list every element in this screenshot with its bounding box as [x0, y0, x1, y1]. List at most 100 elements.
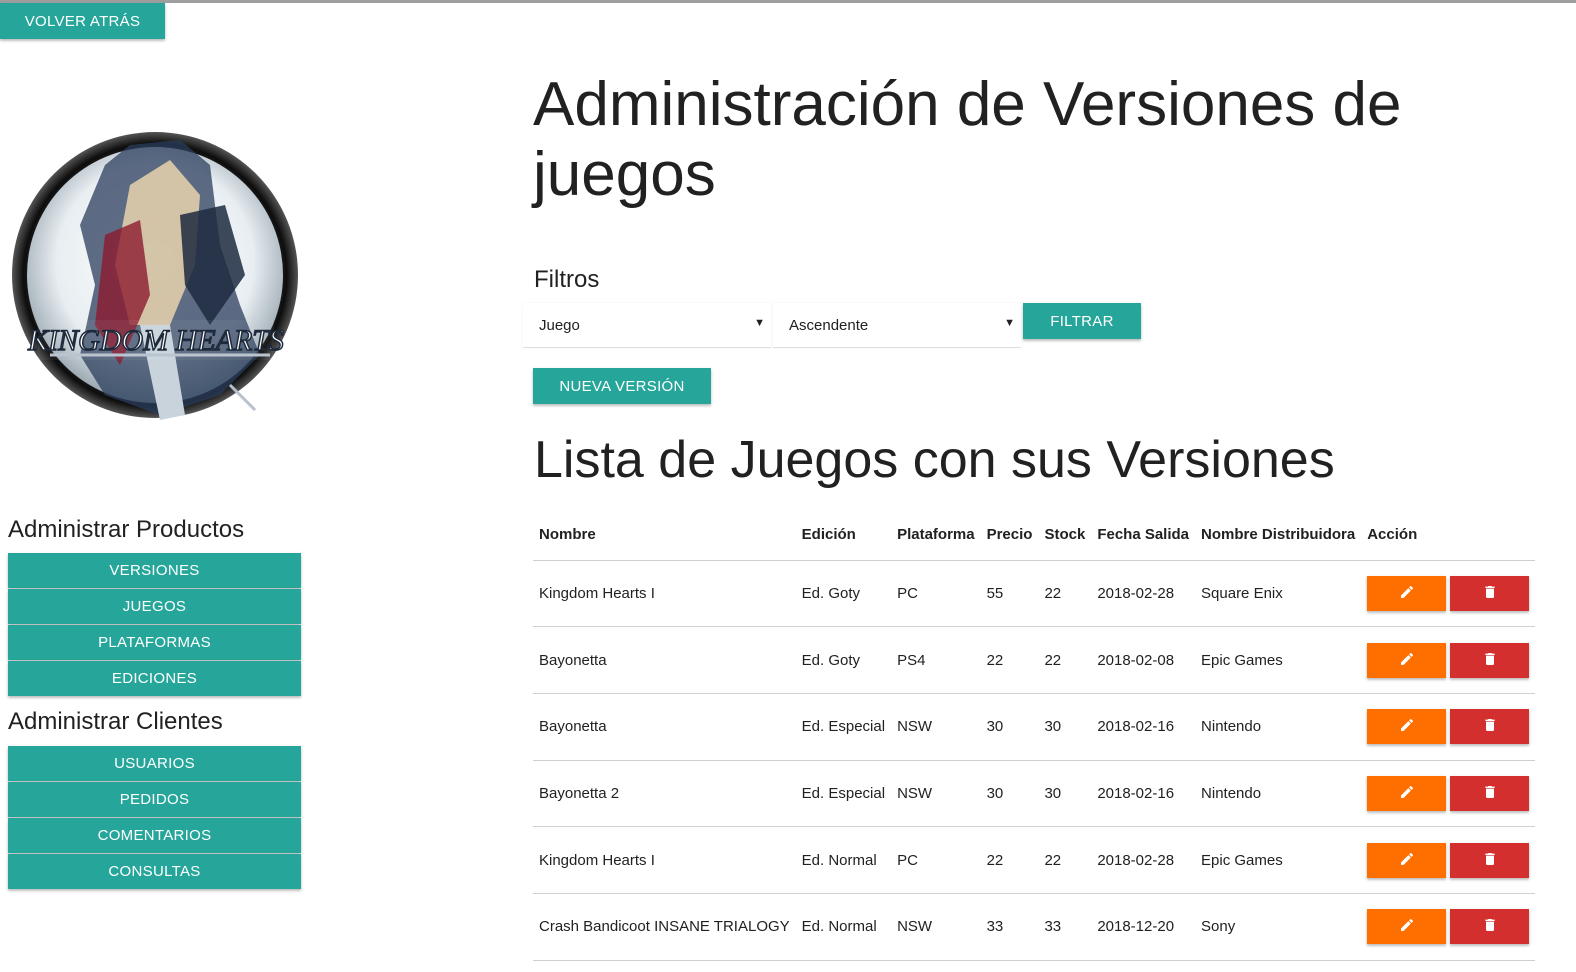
column-header: Acción: [1361, 510, 1536, 561]
sidebar-item-comentarios[interactable]: COMENTARIOS: [8, 818, 301, 853]
column-header: Nombre: [533, 510, 796, 561]
filter-button[interactable]: FILTRAR: [1023, 303, 1141, 339]
dropdown-arrow-icon: ▼: [1004, 317, 1015, 329]
cell-plataforma: NSW: [891, 693, 981, 761]
column-header: Precio: [980, 510, 1039, 561]
filters-label: Filtros: [534, 266, 600, 293]
table-header-row: Nombre Edición Plataforma Precio Stock F…: [533, 510, 1536, 561]
delete-button[interactable]: [1450, 575, 1530, 611]
back-button[interactable]: VOLVER ATRÁS: [0, 3, 165, 39]
delete-button[interactable]: [1450, 642, 1530, 678]
trash-icon: [1482, 917, 1498, 936]
edit-button[interactable]: [1367, 909, 1447, 945]
sidebar-item-juegos[interactable]: JUEGOS: [8, 589, 301, 624]
cell-fecha-salida: 2018-02-16: [1091, 760, 1196, 828]
cell-precio: 55: [980, 560, 1039, 628]
cell-nombre: Bayonetta 2: [533, 760, 796, 828]
cell-precio: 22: [980, 626, 1039, 694]
cell-accion: [1361, 626, 1536, 694]
cell-distribuidora: Nintendo: [1195, 760, 1362, 828]
pencil-icon: [1399, 917, 1415, 936]
sidebar-item-versiones[interactable]: VERSIONES: [8, 553, 301, 588]
cell-edicion: Ed. Normal: [795, 826, 892, 894]
versions-table: Nombre Edición Plataforma Precio Stock F…: [533, 510, 1536, 961]
filter-field-select[interactable]: Juego ▼: [523, 303, 771, 348]
edit-button[interactable]: [1367, 642, 1447, 678]
column-header: Plataforma: [891, 510, 981, 561]
row-actions: [1367, 842, 1530, 878]
filter-order-value: Ascendente: [789, 316, 869, 334]
cell-precio: 33: [980, 893, 1039, 961]
cell-stock: 30: [1038, 760, 1092, 828]
pencil-icon: [1399, 784, 1415, 803]
cell-precio: 22: [980, 826, 1039, 894]
table-row: Bayonetta Ed. Especial NSW 30 30 2018-02-16 Ni…: [533, 693, 1536, 761]
cell-accion: [1361, 560, 1536, 628]
cell-plataforma: NSW: [891, 760, 981, 828]
cell-fecha-salida: 2018-12-20: [1091, 893, 1196, 961]
cell-distribuidora: Epic Games: [1195, 826, 1362, 894]
edit-button[interactable]: [1367, 775, 1447, 811]
trash-icon: [1482, 584, 1498, 603]
table-row: Bayonetta Ed. Goty PS4 22 22 2018-02-08 Epic G…: [533, 626, 1536, 694]
cell-distribuidora: Sony: [1195, 893, 1362, 961]
cell-accion: [1361, 826, 1536, 894]
cell-fecha-salida: 2018-02-28: [1091, 826, 1196, 894]
cell-stock: 22: [1038, 826, 1092, 894]
sidebar-item-pedidos[interactable]: PEDIDOS: [8, 782, 301, 817]
cell-edicion: Ed. Especial: [795, 760, 892, 828]
cell-nombre: Crash Bandicoot INSANE TRIALOGY: [533, 893, 796, 961]
cell-distribuidora: Square Enix: [1195, 560, 1362, 628]
sidebar-item-ediciones[interactable]: EDICIONES: [8, 661, 301, 696]
cell-accion: [1361, 693, 1536, 761]
cell-fecha-salida: 2018-02-16: [1091, 693, 1196, 761]
column-header: Nombre Distribuidora: [1195, 510, 1362, 561]
delete-button[interactable]: [1450, 775, 1530, 811]
edit-button[interactable]: [1367, 842, 1447, 878]
edit-button[interactable]: [1367, 709, 1447, 745]
pencil-icon: [1399, 851, 1415, 870]
cell-distribuidora: Nintendo: [1195, 693, 1362, 761]
cell-fecha-salida: 2018-02-08: [1091, 626, 1196, 694]
clients-menu: USUARIOS PEDIDOS COMENTARIOS CONSULTAS: [8, 746, 301, 890]
cell-precio: 30: [980, 760, 1039, 828]
cell-plataforma: PC: [891, 826, 981, 894]
filter-order-select[interactable]: Ascendente ▼: [773, 303, 1021, 348]
cell-accion: [1361, 893, 1536, 961]
cell-plataforma: NSW: [891, 893, 981, 961]
cell-plataforma: PC: [891, 560, 981, 628]
column-header: Stock: [1038, 510, 1092, 561]
row-actions: [1367, 642, 1530, 678]
filter-field-value: Juego: [539, 316, 580, 334]
column-header: Edición: [795, 510, 892, 561]
logo-text: KINGDOM HEARTS: [27, 324, 284, 357]
cell-precio: 30: [980, 693, 1039, 761]
cell-stock: 22: [1038, 626, 1092, 694]
sidebar-item-consultas[interactable]: CONSULTAS: [8, 854, 301, 889]
pencil-icon: [1399, 717, 1415, 736]
admin-clients-title: Administrar Clientes: [8, 708, 223, 735]
cell-stock: 22: [1038, 560, 1092, 628]
sidebar-item-usuarios[interactable]: USUARIOS: [8, 746, 301, 781]
new-version-button[interactable]: NUEVA VERSIÓN: [533, 368, 711, 404]
column-header: Fecha Salida: [1091, 510, 1196, 561]
trash-icon: [1482, 717, 1498, 736]
delete-button[interactable]: [1450, 709, 1530, 745]
cell-plataforma: PS4: [891, 626, 981, 694]
row-actions: [1367, 909, 1530, 945]
products-menu: VERSIONES JUEGOS PLATAFORMAS EDICIONES: [8, 553, 301, 697]
edit-button[interactable]: [1367, 575, 1447, 611]
trash-icon: [1482, 851, 1498, 870]
trash-icon: [1482, 651, 1498, 670]
cell-edicion: Ed. Goty: [795, 626, 892, 694]
admin-products-title: Administrar Productos: [8, 516, 245, 543]
delete-button[interactable]: [1450, 842, 1530, 878]
table-row: Kingdom Hearts I Ed. Normal PC 22 22 2018-02-…: [533, 826, 1536, 894]
kingdom-hearts-logo: KINGDOM HEARTS: [10, 125, 300, 425]
page-title: Administración de Versiones de juegos: [533, 70, 1402, 209]
table-row: Crash Bandicoot INSANE TRIALOGY Ed. Norma…: [533, 893, 1536, 961]
sidebar-item-plataformas[interactable]: PLATAFORMAS: [8, 625, 301, 660]
delete-button[interactable]: [1450, 909, 1530, 945]
dropdown-arrow-icon: ▼: [754, 317, 765, 329]
cell-nombre: Kingdom Hearts I: [533, 826, 796, 894]
